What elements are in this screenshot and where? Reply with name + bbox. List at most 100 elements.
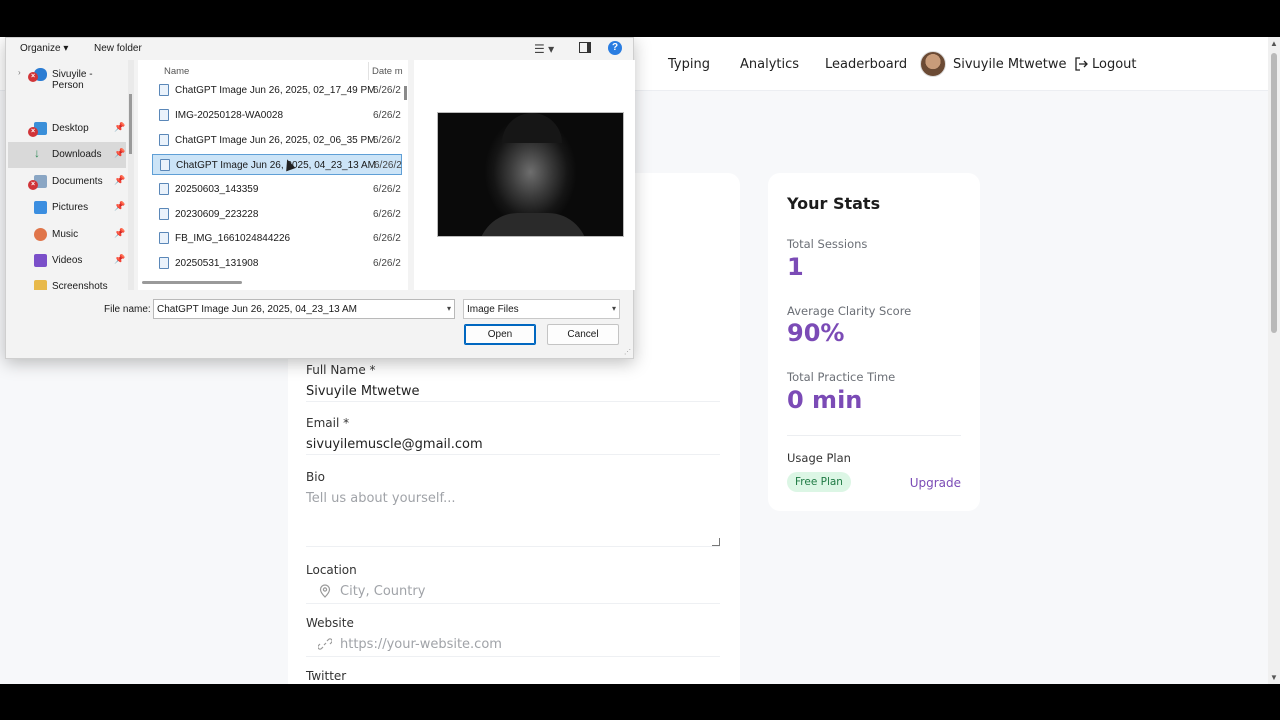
nav-item-onedrive[interactable]: › × Sivuyile - Person [8, 62, 126, 91]
column-separator[interactable] [368, 62, 369, 80]
nav-link-analytics[interactable]: Analytics [740, 57, 799, 72]
image-file-icon [159, 208, 169, 220]
column-header-name[interactable]: Name [164, 66, 189, 77]
bio-placeholder: Tell us about yourself... [306, 491, 456, 506]
navigation-pane: › × Sivuyile - Person × Desktop 📌 ↓ Down… [6, 60, 134, 290]
videos-icon [34, 254, 47, 267]
nav-item-label: Desktop [52, 123, 89, 134]
location-label: Location [306, 563, 357, 577]
chevron-down-icon[interactable]: ▾ [612, 304, 616, 313]
dialog-footer: File name: ChatGPT Image Jun 26, 2025, 0… [6, 290, 633, 358]
file-row[interactable]: IMG-20250128-WA0028 6/26/2 [152, 105, 402, 126]
file-row[interactable]: 20250531_131908 6/26/2 [152, 253, 402, 274]
file-name: FB_IMG_1661024844226 [175, 233, 291, 244]
nav-pane-scroll-thumb[interactable] [129, 94, 132, 154]
nav-pane-scrollbar[interactable] [128, 60, 134, 290]
file-row[interactable]: 20230609_223228 6/26/2 [152, 204, 402, 225]
chevron-down-icon[interactable]: ▾ [447, 304, 451, 313]
file-row-selected[interactable]: ChatGPT Image Jun 26, 2025, 04_23_13 AM … [152, 154, 402, 175]
organize-button[interactable]: Organize ▾ [20, 43, 68, 54]
image-preview [437, 112, 624, 237]
file-row[interactable]: ChatGPT Image Jun 26, 2025, 02_17_49 PM … [152, 80, 402, 101]
stats-card: Your Stats Total Sessions 1 Average Clar… [768, 173, 980, 511]
file-name: ChatGPT Image Jun 26, 2025, 02_06_35 PM [175, 135, 376, 146]
total-sessions-value: 1 [787, 253, 804, 281]
location-underline [306, 603, 720, 604]
nav-item-screenshots[interactable]: Screenshots [8, 274, 126, 290]
new-folder-button[interactable]: New folder [94, 43, 142, 54]
image-file-icon [159, 109, 169, 121]
image-file-icon [159, 84, 169, 96]
file-row[interactable]: FB_IMG_1661024844226 6/26/2 [152, 228, 402, 249]
file-row[interactable]: 20250603_143359 6/26/2 [152, 179, 402, 200]
file-date: 6/26/2 [374, 160, 402, 171]
nav-item-downloads[interactable]: ↓ Downloads 📌 [8, 142, 126, 168]
user-name[interactable]: Sivuyile Mtwetwe [953, 57, 1067, 72]
nav-link-typing[interactable]: Typing [668, 57, 710, 72]
file-list-scroll-thumb[interactable] [404, 86, 407, 100]
pin-icon: 📌 [114, 254, 126, 264]
email-underline [306, 454, 720, 455]
file-name: 20250531_131908 [175, 258, 259, 269]
folder-icon [34, 280, 47, 290]
preview-pane-toggle-icon[interactable] [579, 42, 591, 53]
file-type-select[interactable]: Image Files ▾ [463, 299, 620, 319]
location-input[interactable]: City, Country [340, 584, 425, 599]
scroll-up-icon[interactable]: ▲ [1270, 39, 1278, 48]
open-button[interactable]: Open [464, 324, 536, 345]
nav-item-label: Videos [52, 255, 83, 266]
expand-chevron-icon[interactable]: › [18, 68, 21, 77]
pin-icon: 📌 [114, 228, 126, 238]
nav-item-documents[interactable]: × Documents 📌 [8, 169, 126, 195]
view-options-icon[interactable]: ☰ ▾ [534, 42, 554, 56]
image-file-icon [160, 159, 170, 171]
full-name-field[interactable]: Sivuyile Mtwetwe [306, 384, 420, 399]
nav-item-music[interactable]: Music 📌 [8, 222, 126, 248]
scroll-down-icon[interactable]: ▼ [1270, 673, 1278, 682]
avatar[interactable] [920, 51, 946, 77]
bio-textarea[interactable]: Tell us about yourself... [306, 483, 720, 547]
full-name-underline [306, 401, 720, 402]
bio-label: Bio [306, 470, 325, 484]
file-date: 6/26/2 [373, 233, 401, 244]
page-scrollbar[interactable]: ▲ ▼ [1268, 37, 1280, 684]
file-list-scrollbar[interactable] [404, 82, 408, 282]
practice-time-value: 0 min [787, 386, 863, 414]
logout-icon[interactable] [1074, 57, 1088, 71]
website-underline [306, 656, 720, 657]
music-icon [34, 228, 47, 241]
nav-link-leaderboard[interactable]: Leaderboard [825, 57, 907, 72]
full-name-label: Full Name * [306, 363, 376, 377]
file-list-horizontal-scroll-thumb[interactable] [142, 281, 242, 284]
website-input[interactable]: https://your-website.com [340, 637, 502, 652]
file-date: 6/26/2 [373, 184, 401, 195]
avg-clarity-label: Average Clarity Score [787, 304, 912, 318]
file-date: 6/26/2 [373, 209, 401, 220]
preview-pane [414, 60, 635, 290]
nav-item-desktop[interactable]: × Desktop 📌 [8, 116, 126, 142]
cancel-button[interactable]: Cancel [547, 324, 619, 345]
resize-handle-icon[interactable] [712, 538, 720, 546]
file-date: 6/26/2 [373, 258, 401, 269]
help-icon[interactable]: ? [608, 41, 622, 55]
pin-icon: 📌 [114, 175, 126, 185]
file-date: 6/26/2 [373, 85, 401, 96]
practice-time-label: Total Practice Time [787, 370, 896, 384]
image-file-icon [159, 257, 169, 269]
nav-item-label: Downloads [52, 149, 102, 160]
nav-item-label: Sivuyile - Person [52, 69, 93, 91]
nav-item-pictures[interactable]: Pictures 📌 [8, 195, 126, 221]
page-scroll-thumb[interactable] [1271, 53, 1277, 333]
column-header-date[interactable]: Date m [372, 66, 403, 77]
upgrade-link[interactable]: Upgrade [910, 476, 961, 490]
file-name: ChatGPT Image Jun 26, 2025, 04_23_13 AM [176, 160, 376, 171]
file-row[interactable]: ChatGPT Image Jun 26, 2025, 02_06_35 PM … [152, 130, 402, 151]
email-field[interactable]: sivuyilemuscle@gmail.com [306, 437, 483, 452]
logout-link[interactable]: Logout [1092, 57, 1137, 72]
nav-item-videos[interactable]: Videos 📌 [8, 248, 126, 274]
file-date: 6/26/2 [373, 135, 401, 146]
nav-item-label: Documents [52, 176, 103, 187]
resize-grip-icon[interactable]: ⋰ [624, 348, 631, 356]
file-name-input[interactable]: ChatGPT Image Jun 26, 2025, 04_23_13 AM … [153, 299, 455, 319]
pin-icon: 📌 [114, 148, 126, 158]
